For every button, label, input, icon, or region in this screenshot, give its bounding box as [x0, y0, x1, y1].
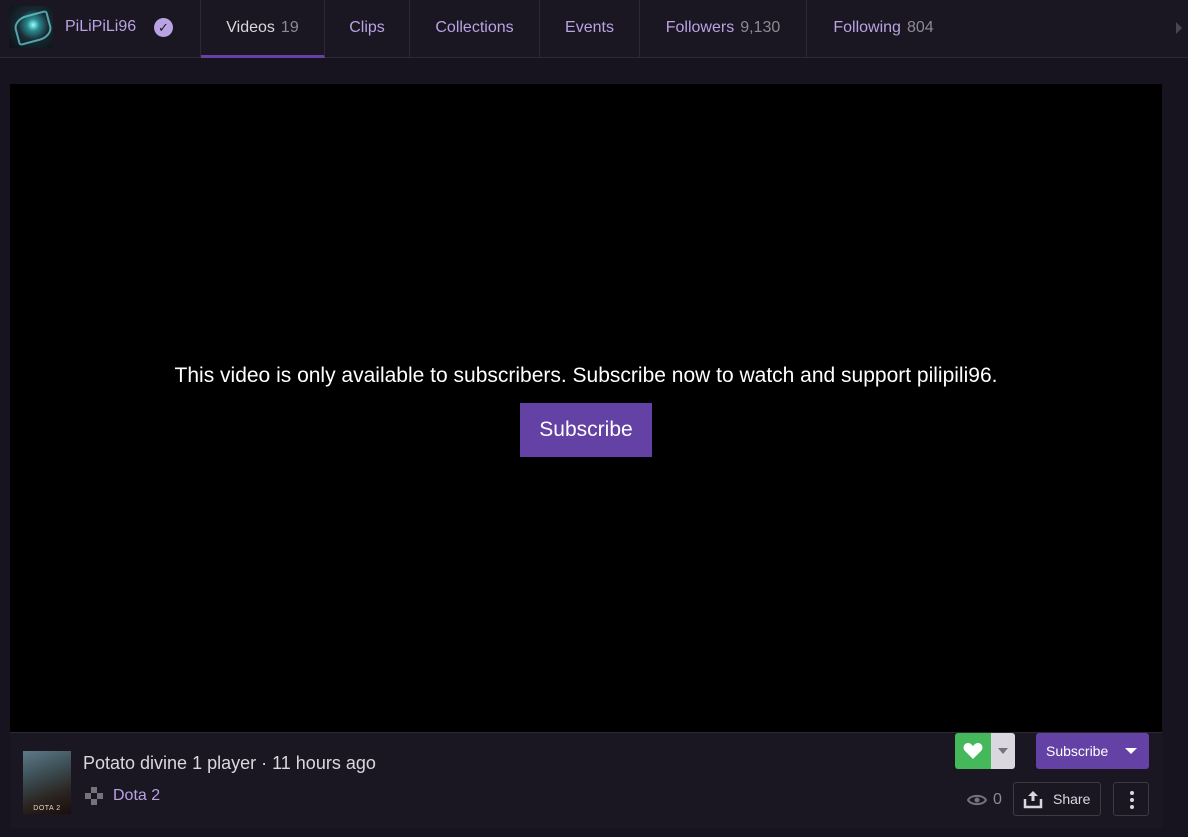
share-icon: [1023, 791, 1043, 809]
tab-following-count: 804: [906, 19, 934, 36]
subscribe-button[interactable]: Subscribe: [1036, 733, 1149, 769]
player-subscribe-button[interactable]: Subscribe: [520, 403, 652, 457]
tab-collections-label: Collections: [435, 19, 514, 36]
channel-name[interactable]: PiLiPiLi96: [65, 18, 136, 36]
follow-options-dropdown[interactable]: [991, 733, 1015, 769]
more-dot: [1130, 798, 1134, 802]
tab-events-label: Events: [565, 19, 614, 36]
tab-videos[interactable]: Videos 19: [201, 0, 325, 58]
more-options-button[interactable]: [1113, 782, 1149, 816]
tab-clips[interactable]: Clips: [325, 0, 410, 58]
view-count-value: 0: [993, 791, 1002, 808]
heart-icon: [963, 743, 983, 759]
share-button[interactable]: Share: [1013, 782, 1101, 816]
tab-videos-count: 19: [280, 19, 299, 36]
channel-avatar[interactable]: [9, 6, 53, 48]
game-box-art-text: DOTA 2: [33, 805, 61, 812]
tab-followers[interactable]: Followers 9,130: [640, 0, 807, 58]
channel-header: PiLiPiLi96 ✓ Videos 19 Clips Collections …: [0, 0, 1188, 58]
tab-events[interactable]: Events: [540, 0, 640, 58]
tab-following-label: Following: [833, 19, 901, 36]
video-title: Potato divine 1 player · 11 hours ago: [83, 753, 376, 773]
tabs-scroll-right-icon[interactable]: [1176, 22, 1182, 34]
gamepad-icon: [85, 787, 103, 805]
follow-button[interactable]: [955, 733, 991, 769]
tab-videos-label: Videos: [226, 19, 275, 36]
more-dot: [1130, 791, 1134, 795]
verified-badge-icon: ✓: [154, 18, 173, 37]
video-player[interactable]: This video is only available to subscrib…: [10, 84, 1162, 732]
more-dot: [1130, 805, 1134, 809]
tab-followers-label: Followers: [665, 19, 735, 36]
tab-clips-label: Clips: [349, 19, 385, 36]
tab-collections[interactable]: Collections: [410, 0, 540, 58]
subscriber-only-message: This video is only available to subscrib…: [174, 364, 998, 387]
eye-icon: [966, 794, 988, 806]
game-link[interactable]: Dota 2: [113, 787, 160, 805]
tab-following[interactable]: Following 804: [807, 0, 960, 58]
view-count: 0: [966, 791, 1002, 809]
game-box-art[interactable]: DOTA 2: [23, 751, 71, 814]
video-info-bar: DOTA 2 Potato divine 1 player · 11 hours…: [10, 732, 1162, 828]
share-label: Share: [1053, 791, 1091, 807]
tab-followers-count: 9,130: [740, 19, 781, 36]
